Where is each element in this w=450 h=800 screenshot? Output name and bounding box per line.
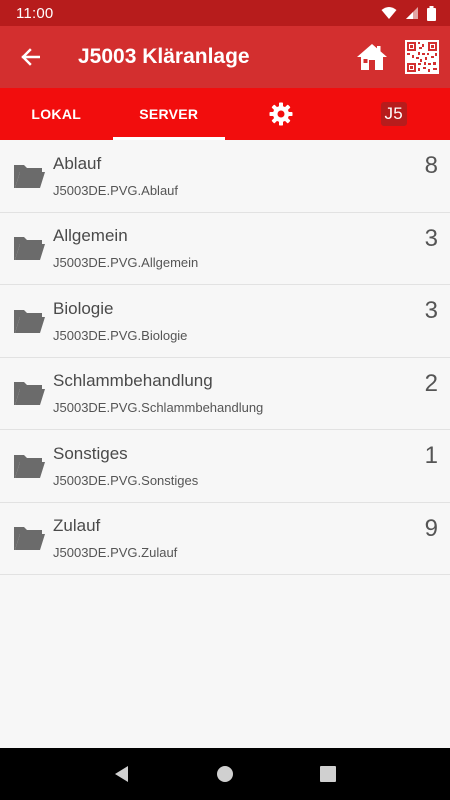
- list-item-text: Schlammbehandlung J5003DE.PVG.Schlammbeh…: [53, 371, 450, 415]
- back-button[interactable]: [0, 26, 60, 88]
- system-nav-bar: [0, 748, 450, 800]
- home-button[interactable]: [354, 35, 390, 79]
- list-item-count: 3: [424, 224, 438, 252]
- list-item-title: Biologie: [53, 298, 114, 318]
- nav-home-button[interactable]: [210, 759, 240, 789]
- list-item-subtitle: J5003DE.PVG.Ablauf: [53, 182, 179, 198]
- back-arrow-icon: [21, 48, 40, 66]
- folder-icon: [14, 382, 45, 406]
- folder-icon: [14, 164, 45, 188]
- list-item-subtitle: J5003DE.PVG.Allgemein: [53, 255, 199, 271]
- tab-bar: LOKAL SERVER J5: [0, 88, 450, 140]
- tab-server[interactable]: SERVER: [112, 88, 226, 140]
- list-item-title: Sonstiges: [53, 443, 128, 463]
- list-item-count: 8: [424, 152, 438, 179]
- triangle-back-icon: [114, 766, 128, 782]
- list-item[interactable]: Zulauf J5003DE.PVG.Zulauf 9: [0, 503, 450, 575]
- list-item-count: 9: [424, 514, 438, 542]
- folder-icon: [14, 309, 45, 333]
- battery-icon: [427, 5, 436, 21]
- home-icon: [357, 44, 387, 70]
- list-item-text: Ablauf J5003DE.PVG.Ablauf: [53, 154, 450, 198]
- wifi-icon: [381, 7, 397, 19]
- qr-code-icon: [405, 40, 439, 74]
- list-item[interactable]: Ablauf J5003DE.PVG.Ablauf 8: [0, 140, 450, 213]
- list-item-title: Schlammbehandlung: [53, 371, 213, 391]
- list-item-subtitle: J5003DE.PVG.Zulauf: [53, 545, 178, 561]
- j5-logo: J5: [380, 102, 407, 126]
- list-item-count: 2: [424, 369, 438, 397]
- app-actions: [354, 35, 440, 79]
- list-item-title: Zulauf: [53, 516, 101, 536]
- folder-list: Ablauf J5003DE.PVG.Ablauf 8 Allgemein J5…: [0, 140, 450, 575]
- list-item-subtitle: J5003DE.PVG.Schlammbehandlung: [53, 400, 264, 416]
- list-item-text: Zulauf J5003DE.PVG.Zulauf: [53, 516, 450, 560]
- tab-j5[interactable]: J5: [338, 88, 450, 140]
- status-icons: [381, 5, 436, 21]
- tab-settings[interactable]: [225, 88, 338, 140]
- list-item-text: Allgemein J5003DE.PVG.Allgemein: [53, 226, 450, 270]
- list-item-text: Biologie J5003DE.PVG.Biologie: [53, 299, 450, 343]
- qr-code-button[interactable]: [404, 35, 440, 79]
- folder-icon: [14, 237, 45, 261]
- nav-recents-button[interactable]: [313, 759, 343, 789]
- status-time: 11:00: [16, 4, 54, 22]
- list-item-subtitle: J5003DE.PVG.Biologie: [53, 327, 188, 343]
- app-bar: J5003 Kläranlage: [0, 26, 450, 88]
- list-item-title: Allgemein: [53, 226, 128, 246]
- list-item-subtitle: J5003DE.PVG.Sonstiges: [53, 472, 199, 488]
- app-title: J5003 Kläranlage: [78, 45, 250, 68]
- circle-home-icon: [216, 766, 233, 782]
- list-item[interactable]: Biologie J5003DE.PVG.Biologie 3: [0, 285, 450, 358]
- signal-icon: [406, 7, 418, 19]
- nav-back-button[interactable]: [107, 759, 137, 789]
- list-item[interactable]: Schlammbehandlung J5003DE.PVG.Schlammbeh…: [0, 358, 450, 430]
- square-recents-icon: [320, 766, 337, 782]
- list-item[interactable]: Sonstiges J5003DE.PVG.Sonstiges 1: [0, 430, 450, 503]
- folder-icon: [14, 454, 45, 478]
- list-item[interactable]: Allgemein J5003DE.PVG.Allgemein 3: [0, 213, 450, 285]
- list-item-count: 1: [424, 442, 438, 469]
- folder-icon: [14, 527, 45, 551]
- status-bar: 11:00: [0, 0, 450, 26]
- gear-icon: [269, 102, 293, 126]
- list-item-count: 3: [424, 297, 438, 324]
- tab-lokal[interactable]: LOKAL: [0, 88, 113, 140]
- list-item-text: Sonstiges J5003DE.PVG.Sonstiges: [53, 444, 450, 488]
- list-item-title: Ablauf: [53, 153, 102, 173]
